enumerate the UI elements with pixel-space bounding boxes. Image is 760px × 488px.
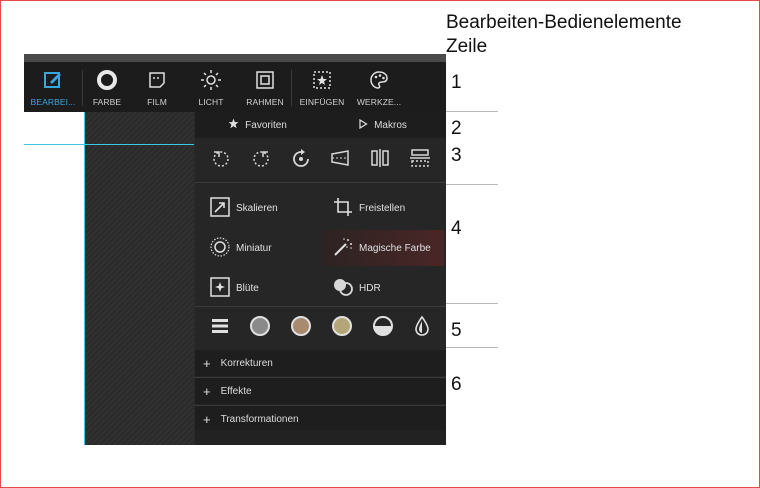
row-number-2: 2 bbox=[451, 118, 462, 139]
section-corrections[interactable]: + Korrekturen bbox=[195, 350, 446, 376]
bloom-icon bbox=[209, 276, 231, 301]
window-top-strip bbox=[24, 54, 446, 62]
toolbar-tab-label: EINFÜGEN bbox=[299, 97, 345, 107]
favorites-button[interactable]: Favoriten bbox=[195, 118, 320, 132]
toolbar-tab-insert[interactable]: EINFÜGEN bbox=[292, 62, 352, 112]
color-ring-icon bbox=[95, 68, 119, 92]
favorites-label: Favoriten bbox=[245, 119, 287, 131]
plus-icon: + bbox=[203, 383, 211, 399]
toolbar-tab-label: FILM bbox=[147, 97, 167, 107]
hdr-button[interactable]: HDR bbox=[322, 270, 440, 306]
canvas-guide-horizontal bbox=[24, 144, 194, 145]
toolbar-tab-tools[interactable]: WERKZE... bbox=[352, 62, 406, 112]
gold-circle-icon[interactable] bbox=[331, 315, 353, 342]
section-label: Transformationen bbox=[220, 413, 299, 425]
editor-screenshot: BEARBEI... FARBE FILM LICHT RAHMEN EINFÜ… bbox=[24, 54, 446, 445]
row-separator bbox=[446, 184, 498, 185]
resize-button[interactable]: Skalieren bbox=[199, 190, 317, 226]
main-toolbar: BEARBEI... FARBE FILM LICHT RAHMEN EINFÜ… bbox=[24, 62, 446, 112]
star-icon bbox=[228, 118, 239, 132]
edit-icon bbox=[41, 68, 65, 92]
section-label: Effekte bbox=[220, 385, 252, 397]
panel-divider bbox=[195, 306, 446, 307]
rotate-free-icon[interactable] bbox=[290, 147, 312, 174]
crop-button[interactable]: Freistellen bbox=[322, 190, 440, 226]
toolbar-tab-edit[interactable]: BEARBEI... bbox=[24, 62, 82, 112]
toolbar-tab-label: WERKZE... bbox=[356, 97, 402, 107]
rotate-left-icon[interactable] bbox=[210, 147, 232, 174]
favorites-macros-row: Favoriten Makros bbox=[195, 112, 446, 138]
section-transformations[interactable]: + Transformationen bbox=[195, 406, 446, 432]
toolbar-tab-label: BEARBEI... bbox=[30, 97, 76, 107]
row-number-6: 6 bbox=[451, 374, 462, 395]
rotate-right-icon[interactable] bbox=[250, 147, 272, 174]
half-circle-icon[interactable] bbox=[372, 315, 394, 342]
miniature-button[interactable]: Miniatur bbox=[199, 230, 317, 266]
flip-horizontal-icon[interactable] bbox=[369, 147, 391, 174]
miniature-icon bbox=[209, 236, 231, 261]
row-separator bbox=[446, 111, 498, 112]
hdr-icon bbox=[332, 276, 354, 301]
insert-star-icon bbox=[310, 68, 334, 92]
row-number-4: 4 bbox=[451, 218, 462, 239]
toolbar-tab-label: LICHT bbox=[198, 97, 224, 107]
hdr-label: HDR bbox=[359, 282, 381, 294]
bloom-button[interactable]: Blüte bbox=[199, 270, 317, 306]
quick-transform-row bbox=[195, 140, 446, 180]
toolbar-tab-label: RAHMEN bbox=[246, 97, 284, 107]
frame-icon bbox=[253, 68, 277, 92]
toolbar-tab-color[interactable]: FARBE bbox=[83, 62, 131, 112]
drop-icon[interactable] bbox=[413, 315, 431, 342]
section-effects[interactable]: + Effekte bbox=[195, 378, 446, 404]
annotation-title: Bearbeiten-Bedienelemente bbox=[446, 12, 682, 33]
presets-row bbox=[195, 308, 446, 348]
magic-color-button[interactable]: Magische Farbe bbox=[322, 230, 444, 266]
row-number-1: 1 bbox=[451, 72, 462, 93]
resize-icon bbox=[209, 196, 231, 221]
plus-icon: + bbox=[203, 355, 211, 371]
perspective-icon[interactable] bbox=[329, 147, 351, 174]
panel-footer bbox=[195, 430, 446, 445]
edit-panel: Favoriten Makros Skalieren Freistellen M… bbox=[195, 112, 446, 445]
macros-button[interactable]: Makros bbox=[320, 118, 445, 132]
play-icon bbox=[358, 118, 368, 132]
sun-icon bbox=[199, 68, 223, 92]
resize-label: Skalieren bbox=[236, 202, 278, 214]
magic-color-label: Magische Farbe bbox=[359, 242, 431, 254]
macros-label: Makros bbox=[374, 119, 407, 131]
annotation-row-header: Zeile bbox=[446, 36, 488, 57]
toolbar-tab-label: FARBE bbox=[92, 97, 122, 107]
row-separator bbox=[446, 347, 498, 348]
row-number-5: 5 bbox=[451, 320, 462, 341]
canvas-margin bbox=[24, 112, 84, 445]
row-separator bbox=[446, 303, 498, 304]
main-tools-grid: Skalieren Freistellen Miniatur Magische … bbox=[195, 184, 446, 304]
plus-icon: + bbox=[203, 411, 211, 427]
crop-label: Freistellen bbox=[359, 202, 406, 214]
panel-divider bbox=[195, 182, 446, 183]
row-number-3: 3 bbox=[451, 145, 462, 166]
tan-circle-icon[interactable] bbox=[290, 315, 312, 342]
flip-vertical-icon[interactable] bbox=[409, 147, 431, 174]
magic-wand-icon bbox=[332, 236, 354, 261]
list-icon[interactable] bbox=[210, 316, 230, 341]
toolbar-tab-film[interactable]: FILM bbox=[131, 62, 183, 112]
crop-icon bbox=[332, 196, 354, 221]
canvas-guide-vertical bbox=[84, 112, 85, 445]
gray-circle-icon[interactable] bbox=[249, 315, 271, 342]
section-label: Korrekturen bbox=[220, 357, 273, 369]
toolbar-tab-frame[interactable]: RAHMEN bbox=[239, 62, 291, 112]
bloom-label: Blüte bbox=[236, 282, 259, 294]
palette-icon bbox=[367, 68, 391, 92]
miniature-label: Miniatur bbox=[236, 242, 272, 254]
film-icon bbox=[145, 68, 169, 92]
toolbar-tab-light[interactable]: LICHT bbox=[183, 62, 239, 112]
